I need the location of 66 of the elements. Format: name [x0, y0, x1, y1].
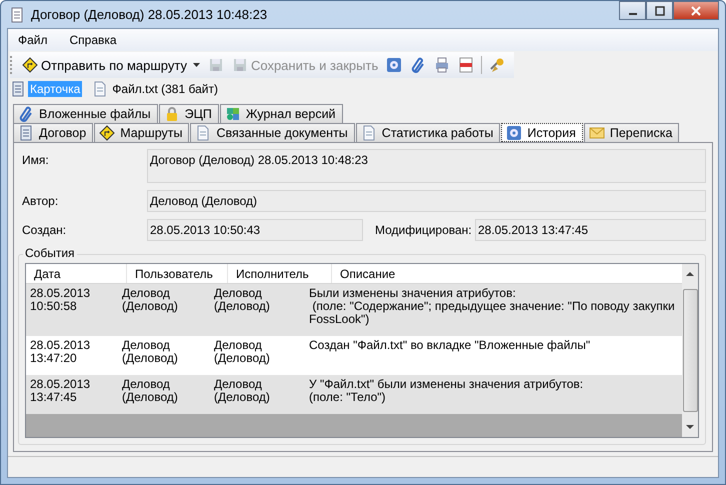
paperclip-icon: [18, 106, 34, 122]
caret-icon: [192, 63, 200, 67]
page-icon: [195, 125, 212, 141]
column-header[interactable]: Пользователь: [127, 264, 228, 283]
column-header[interactable]: Дата: [26, 264, 127, 283]
document-icon: [10, 81, 26, 97]
minimize-button[interactable]: [619, 1, 646, 20]
scroll-down-icon: [686, 425, 694, 429]
field-label: Модифицирован:: [374, 222, 473, 237]
close-icon: [691, 6, 701, 16]
menu-item[interactable]: Справка: [70, 31, 117, 49]
tab[interactable]: Переписка: [584, 123, 680, 142]
field-label: Автор:: [21, 193, 60, 208]
document-icon: [9, 6, 25, 22]
table-cell-text: Деловод (Деловод): [121, 377, 179, 405]
group-title: События: [23, 246, 77, 260]
envelope-icon: [588, 125, 605, 141]
table-cell-text: Были изменены значения атрибутов: (поле: "Содержание"; предыдущее значение: "По поводу закупки FossLook"): [308, 286, 676, 327]
tab[interactable]: История: [501, 123, 583, 142]
pdf-document-icon: [458, 57, 474, 73]
tab[interactable]: Договор: [13, 123, 94, 142]
column-header[interactable]: Исполнитель: [228, 264, 332, 283]
field-label: Имя:: [21, 152, 50, 167]
tab[interactable]: Маршруты: [94, 123, 190, 142]
table-cell-text: 28.05.2013 13:47:45: [29, 377, 92, 405]
table-cell-text: Создан "Файл.txt" во вкладке "Вложенные файлы": [308, 338, 592, 354]
table-cell-text: Деловод (Деловод): [121, 286, 179, 315]
route-sign-icon: [99, 125, 116, 141]
modified-field[interactable]: 28.05.2013 13:47:45: [475, 219, 706, 241]
table-cell-text: У "Файл.txt" были изменены значения атрибутов: (поле: "Тело"): [308, 377, 584, 405]
paperclip-icon: [410, 57, 426, 73]
table-cell-text: 28.05.2013 10:50:58: [29, 286, 92, 315]
field-label: Создан:: [21, 222, 68, 237]
table-cell-text: Деловод (Деловод): [213, 286, 271, 315]
tab[interactable]: Связанные документы: [190, 123, 355, 142]
table-cell-text: Деловод (Деловод): [213, 338, 271, 366]
key-icon: [489, 57, 506, 73]
tab[interactable]: ЭЦП: [158, 104, 219, 123]
tab[interactable]: Статистика работы: [356, 123, 500, 142]
document-icon: [18, 125, 34, 141]
menu-item[interactable]: Файл: [18, 31, 48, 49]
send-route-button[interactable]: Отправить по маршруту: [19, 55, 203, 75]
tab[interactable]: Журнал версий: [220, 104, 343, 123]
puzzle-icon: [224, 106, 241, 122]
column-header[interactable]: Описание: [332, 264, 682, 283]
document-tab[interactable]: Файл.txt (381 байт): [92, 81, 220, 97]
scroll-up-icon: [686, 272, 694, 276]
author-field[interactable]: Деловод (Деловод): [147, 190, 706, 212]
scrollbar[interactable]: [682, 264, 698, 437]
table-cell-text: Деловод (Деловод): [121, 338, 179, 366]
window-title: Договор (Деловод) 28.05.2013 10:48:23: [31, 7, 268, 22]
table-cell-text: 28.05.2013 13:47:20: [29, 338, 92, 366]
tab[interactable]: Вложенные файлы: [13, 104, 158, 123]
toolbar-grip[interactable]: [10, 56, 15, 74]
maximize-button[interactable]: [646, 1, 673, 20]
route-sign-icon: [22, 57, 38, 73]
page-icon: [360, 125, 377, 141]
name-field[interactable]: Договор (Деловод) 28.05.2013 10:48:23: [147, 149, 706, 183]
page-icon: [92, 81, 108, 97]
printer-icon: [434, 57, 450, 73]
created-field[interactable]: 28.05.2013 10:50:43: [147, 219, 363, 241]
close-button[interactable]: [673, 1, 719, 20]
minimize-icon: [628, 12, 636, 14]
scroll-thumb[interactable]: [682, 289, 698, 412]
maximize-icon: [654, 6, 664, 16]
table-cell-text: Деловод (Деловод): [213, 377, 271, 405]
